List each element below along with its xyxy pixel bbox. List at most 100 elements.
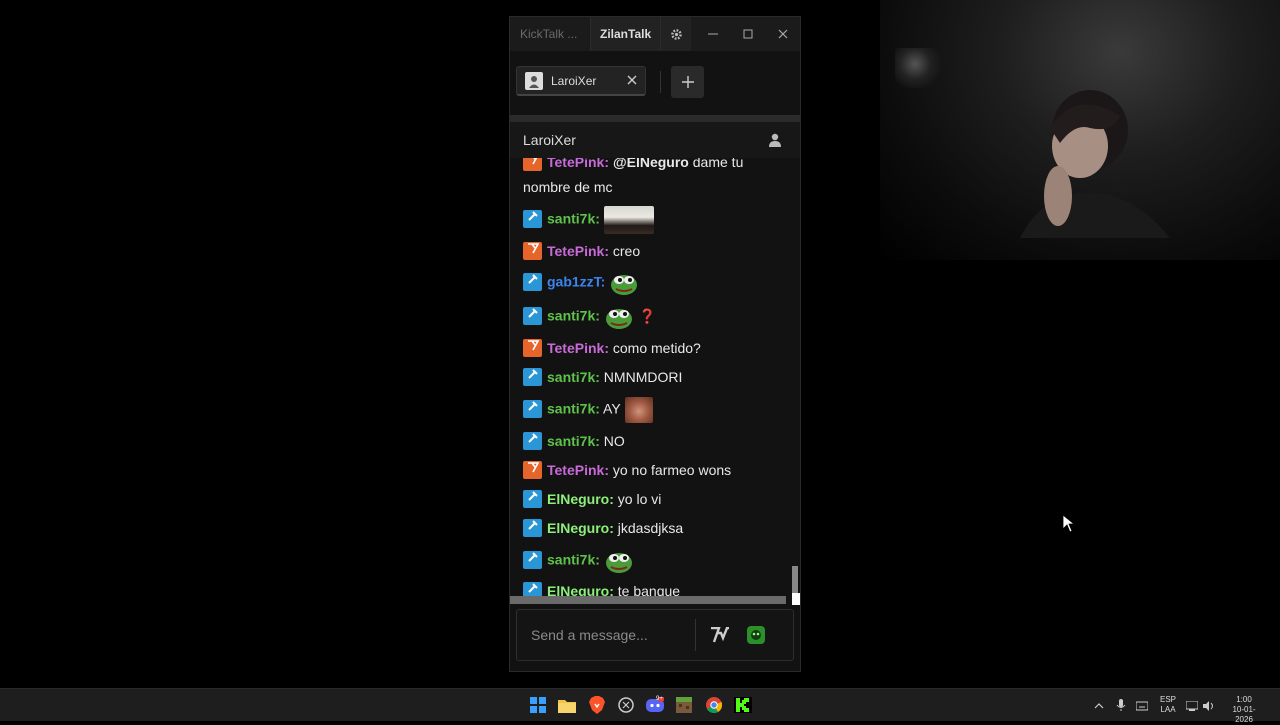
maximize-button[interactable]: [730, 17, 765, 51]
message-text: creo: [608, 243, 641, 259]
chat-message: santi7k:: [523, 206, 654, 234]
chat-message: santi7k: NO: [523, 430, 625, 452]
minimize-button[interactable]: [695, 17, 730, 51]
username[interactable]: TetePink:: [547, 243, 609, 259]
moderator-badge-icon: [523, 490, 542, 509]
chat-message: TetePink: creo: [523, 240, 640, 262]
subscriber-badge-icon: [523, 242, 542, 261]
username[interactable]: ElNeguro:: [547, 583, 614, 596]
username[interactable]: TetePink:: [547, 340, 609, 356]
image-emote: [603, 206, 654, 234]
subscriber-badge-icon: [523, 461, 542, 480]
kick-emote-button[interactable]: [740, 619, 772, 651]
username[interactable]: santi7k:: [547, 211, 600, 227]
divider: [510, 115, 800, 122]
mention: @ElNeguro: [612, 158, 689, 170]
brave-browser-icon[interactable]: [588, 696, 606, 714]
clock[interactable]: 1:00 10-01-2026: [1224, 695, 1264, 725]
username[interactable]: gab1zzT:: [547, 274, 605, 290]
subscriber-badge-icon: [523, 158, 542, 172]
chat-messages[interactable]: TetePink: @ElNeguro dame tu nombre de mc …: [510, 158, 800, 596]
message-input[interactable]: Send a message...: [531, 627, 695, 643]
kicktalk-window: KickTalk ... ZilanTalk LaroiXer LaroiXer…: [509, 16, 801, 672]
discord-notification-badge: 9+: [656, 696, 663, 702]
user-list-icon[interactable]: [768, 133, 782, 147]
chrome-icon[interactable]: [705, 696, 723, 714]
message-text: te banque: [613, 583, 681, 596]
username[interactable]: santi7k:: [547, 552, 600, 568]
streamer-image: [1020, 90, 1170, 238]
moderator-badge-icon: [523, 400, 542, 418]
kicktalk-taskbar-icon[interactable]: [733, 696, 753, 714]
file-explorer-icon[interactable]: [558, 696, 576, 714]
clock-date: 10-01-2026: [1232, 705, 1256, 724]
tab-laroixer[interactable]: LaroiXer: [516, 66, 646, 96]
channel-avatar: [525, 71, 543, 90]
moderator-badge-icon: [523, 210, 542, 228]
tab-label: LaroiXer: [551, 73, 597, 88]
moderator-badge-icon: [523, 432, 542, 451]
close-button[interactable]: [765, 17, 800, 51]
plus-icon: [681, 76, 694, 88]
volume-icon[interactable]: [1203, 698, 1217, 712]
username[interactable]: santi7k:: [547, 369, 600, 385]
username[interactable]: santi7k:: [547, 308, 600, 324]
close-tab-icon[interactable]: [626, 74, 638, 86]
subscriber-badge-icon: [523, 339, 542, 358]
username[interactable]: ElNeguro:: [547, 491, 614, 507]
message-text: nombre de mc: [523, 179, 613, 195]
chat-message-continued: nombre de mc: [523, 176, 612, 198]
app-icon[interactable]: [617, 696, 635, 714]
username[interactable]: santi7k:: [547, 401, 600, 417]
message-text: dame tu: [688, 158, 744, 170]
pepe-emote-icon: [611, 275, 638, 295]
chevron-up-icon[interactable]: [1094, 698, 1108, 712]
microphone-icon[interactable]: [1116, 698, 1130, 712]
chat-message: santi7k: AY: [523, 397, 653, 423]
message-composer: Send a message...: [516, 609, 794, 661]
username[interactable]: santi7k:: [547, 433, 600, 449]
webcam-feed: [880, 0, 1280, 260]
clock-time: 1:00: [1236, 695, 1252, 704]
7tv-icon: [711, 627, 729, 643]
username[interactable]: ElNeguro:: [547, 520, 614, 536]
layout-code: LAA: [1160, 705, 1176, 714]
message-text: NO: [599, 433, 625, 449]
mouse-cursor-icon: [1063, 515, 1075, 533]
channel-name: LaroiXer: [523, 132, 576, 148]
add-tab-button[interactable]: [671, 66, 704, 98]
chat-message: santi7k:: [523, 548, 634, 574]
message-text: jkdasdjksa: [613, 520, 684, 536]
user-tab[interactable]: ZilanTalk: [590, 17, 661, 51]
username[interactable]: TetePink:: [547, 158, 609, 170]
chat-message: ElNeguro: yo lo vi: [523, 488, 661, 510]
7tv-emote-button[interactable]: [704, 619, 736, 651]
chat-message: ElNeguro: te banque: [523, 580, 680, 596]
message-text: como metido?: [608, 340, 701, 356]
message-text: yo lo vi: [613, 491, 662, 507]
minecraft-icon[interactable]: [675, 696, 693, 714]
chat-message: TetePink: como metido?: [523, 337, 701, 359]
chat-message: TetePink: yo no farmeo wons: [523, 459, 731, 481]
chat-message: santi7k: ❓: [523, 304, 656, 330]
message-text: AY: [599, 400, 621, 417]
chat-header: LaroiXer: [510, 122, 800, 158]
moderator-badge-icon: [523, 582, 542, 596]
moderator-badge-icon: [523, 551, 542, 569]
moderator-badge-icon: [523, 519, 542, 538]
message-text: yo no farmeo wons: [608, 462, 732, 478]
moderator-badge-icon: [523, 307, 542, 325]
input-language[interactable]: ESP LAA: [1160, 695, 1176, 715]
face-emote: [624, 397, 653, 423]
network-icon[interactable]: [1185, 698, 1200, 712]
background-light: [895, 48, 945, 88]
username[interactable]: TetePink:: [547, 462, 609, 478]
pepe-emote-icon: [605, 309, 632, 329]
keyboard-icon[interactable]: [1135, 698, 1150, 712]
settings-gear-icon[interactable]: [660, 17, 692, 51]
question-emoji: ❓: [638, 307, 657, 324]
moderator-badge-icon: [523, 368, 542, 387]
windows-start-icon[interactable]: [529, 696, 547, 714]
horizontal-scrollbar[interactable]: [510, 596, 786, 604]
chat-message: santi7k: NMNMDORI: [523, 366, 682, 388]
